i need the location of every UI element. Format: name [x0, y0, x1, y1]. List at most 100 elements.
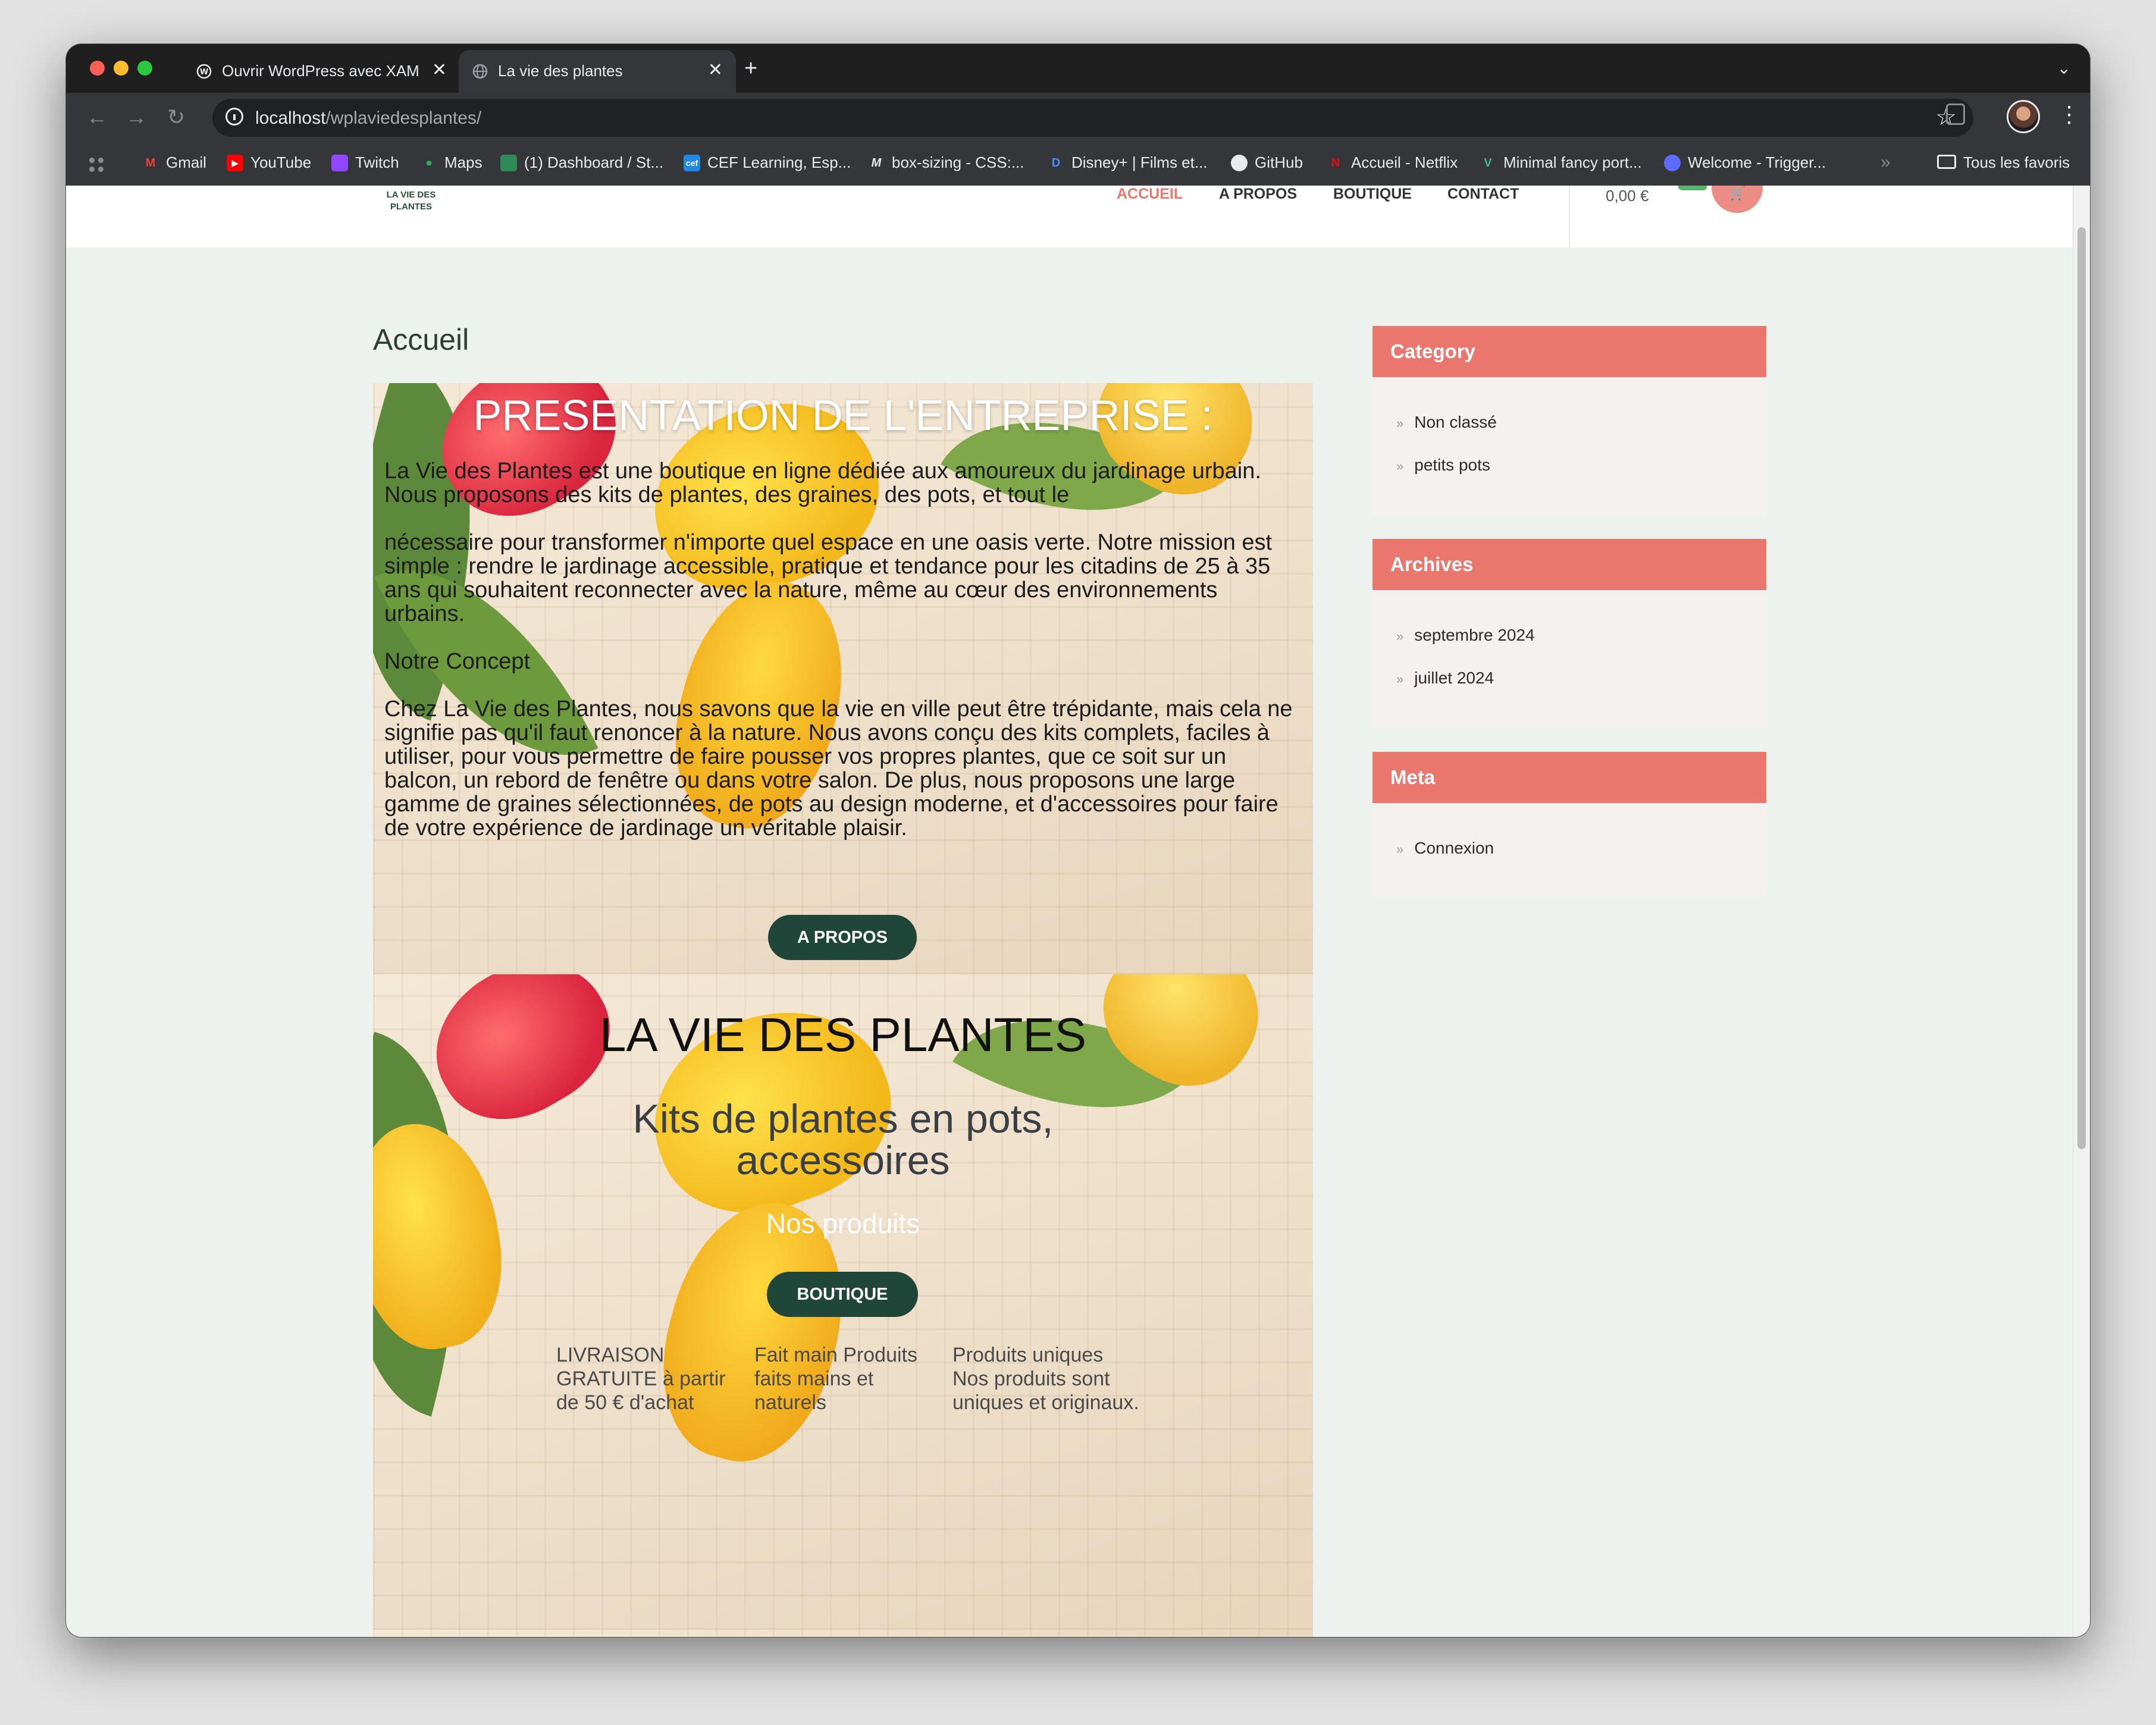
- youtube-icon: ▶: [227, 154, 243, 171]
- header-divider: [1569, 186, 1570, 247]
- bookmark-portfolio[interactable]: V Minimal fancy port...: [1480, 153, 1641, 172]
- close-tab-icon[interactable]: ✕: [432, 59, 447, 80]
- address-bar[interactable]: localhost/wplaviedesplantes/ ☆: [212, 99, 1973, 137]
- forward-icon[interactable]: →: [126, 105, 147, 130]
- bookmark-twitch[interactable]: Twitch: [331, 153, 399, 172]
- archive-link[interactable]: » juillet 2024: [1396, 669, 1494, 688]
- hero-title: LA VIE DES PLANTES: [599, 1008, 1087, 1061]
- chevron-right-icon: »: [1396, 629, 1404, 644]
- hero-subtitle: Kits de plantes en pots, accessoires: [632, 1096, 1054, 1183]
- chevron-right-icon: »: [1396, 672, 1404, 686]
- cart-icon: 🛒: [1729, 186, 1746, 200]
- boutique-button[interactable]: BOUTIQUE: [767, 1272, 918, 1317]
- all-bookmarks[interactable]: Tous les favoris: [1937, 153, 2070, 172]
- minimize-window-button[interactable]: [114, 61, 129, 76]
- globe-icon: [472, 64, 488, 79]
- mission-paragraph: nécessaire pour transformer n'importe qu…: [384, 530, 1273, 626]
- profile-avatar[interactable]: [2007, 100, 2040, 133]
- chevron-down-icon[interactable]: ⌄: [2057, 58, 2071, 78]
- feature-fait-main: Fait main Produits faits mains et nature…: [754, 1344, 917, 1414]
- netflix-icon: N: [1331, 156, 1340, 170]
- dashboard-icon: [500, 154, 517, 171]
- chevron-right-icon: »: [1396, 842, 1404, 857]
- bookmark-trigger[interactable]: Welcome - Trigger...: [1664, 153, 1826, 172]
- menu-kebab-icon[interactable]: ⋮: [2058, 101, 2080, 128]
- bookmark-disney[interactable]: D Disney+ | Films et...: [1048, 153, 1208, 172]
- hero-tagline: Nos produits: [766, 1208, 920, 1239]
- category-widget: Category » Non classé » petits pots: [1372, 326, 1766, 515]
- tab-title: La vie des plantes: [498, 62, 623, 80]
- tab-title: Ouvrir WordPress avec XAMPP: [222, 62, 418, 80]
- nav-contact[interactable]: CONTACT: [1447, 186, 1519, 203]
- archives-widget: Archives » septembre 2024 » juillet 2024: [1372, 539, 1766, 728]
- feature-produits-uniques: Produits uniques Nos produits sont uniqu…: [952, 1344, 1139, 1414]
- bookmark-mdn[interactable]: Mbox-sizing - CSS:...: [868, 153, 1024, 172]
- feature-livraison: LIVRAISON GRATUITE à partir de 50 € d'ac…: [556, 1344, 726, 1414]
- browser-toolbar: ← → ↻ localhost/wplaviedesplantes/ ☆ ⋮: [66, 93, 2090, 145]
- widget-title: Meta: [1372, 752, 1766, 803]
- bookmark-maps[interactable]: ● Maps: [421, 153, 482, 172]
- page-title: Accueil: [373, 323, 469, 356]
- bookmarks-bar: M Gmail ▶ YouTube Twitch ● Maps (1) Dashboa…: [66, 145, 2090, 186]
- scroll-thumb[interactable]: [2077, 227, 2086, 1149]
- site-logo[interactable]: LA VIE DES PLANTES: [375, 189, 447, 213]
- github-icon: [1231, 154, 1248, 171]
- close-window-button[interactable]: [90, 61, 105, 76]
- bookmark-gmail[interactable]: M Gmail: [142, 153, 206, 172]
- folder-icon: [1937, 155, 1956, 169]
- nav-accueil[interactable]: ACCUEIL: [1117, 186, 1183, 203]
- maximize-window-button[interactable]: [137, 61, 152, 76]
- gmail-icon: M: [145, 156, 156, 170]
- chevron-right-icon: »: [1396, 459, 1404, 473]
- archive-link[interactable]: » septembre 2024: [1396, 626, 1535, 645]
- bookmark-github[interactable]: GitHub: [1231, 153, 1303, 172]
- presentation-section: PRESENTATION DE L'ENTREPRISE : La Vie de…: [373, 383, 1313, 974]
- cart-badge: [1678, 186, 1707, 190]
- site-info-icon[interactable]: [225, 108, 243, 126]
- new-tab-icon[interactable]: +: [744, 56, 757, 81]
- page-viewport: LA VIE DES PLANTES ACCUEIL A PROPOS BOUT…: [66, 186, 2090, 1637]
- chevron-right-icon: »: [1396, 416, 1404, 431]
- cart-button[interactable]: 🛒: [1712, 186, 1763, 213]
- scrollbar[interactable]: [2073, 186, 2090, 1637]
- trigger-icon: [1664, 154, 1681, 171]
- products-section: [373, 1630, 1313, 1637]
- url-text[interactable]: localhost/wplaviedesplantes/: [255, 108, 481, 128]
- reload-icon[interactable]: ↻: [167, 105, 185, 130]
- hero-section: LA VIE DES PLANTES Kits de plantes en po…: [373, 974, 1313, 1630]
- close-tab-icon[interactable]: ✕: [708, 59, 723, 80]
- vue-icon: V: [1484, 156, 1492, 170]
- twitch-icon: [331, 154, 348, 171]
- maps-pin-icon: ●: [425, 156, 433, 170]
- widget-title: Archives: [1372, 539, 1766, 590]
- extensions-icon[interactable]: [1946, 104, 1965, 125]
- more-bookmarks-icon[interactable]: »: [1881, 152, 1891, 172]
- a-propos-button[interactable]: A PROPOS: [768, 915, 917, 960]
- bookmark-netflix[interactable]: N Accueil - Netflix: [1327, 153, 1458, 172]
- back-icon[interactable]: ←: [86, 105, 108, 130]
- tab-xampp[interactable]: W Ouvrir WordPress avec XAMPP ✕: [183, 50, 460, 93]
- disney-icon: D: [1051, 156, 1061, 170]
- category-link[interactable]: » petits pots: [1396, 456, 1490, 475]
- cef-icon: cef: [684, 154, 700, 171]
- bookmark-dashboard[interactable]: (1) Dashboard / St...: [500, 153, 663, 172]
- category-link[interactable]: » Non classé: [1396, 413, 1497, 432]
- nav-a-propos[interactable]: A PROPOS: [1219, 186, 1297, 203]
- svg-text:W: W: [200, 68, 208, 77]
- site-header: LA VIE DES PLANTES ACCUEIL A PROPOS BOUT…: [66, 186, 2073, 247]
- meta-widget: Meta » Connexion: [1372, 752, 1766, 896]
- mdn-icon: M: [871, 156, 882, 170]
- bookmark-youtube[interactable]: ▶ YouTube: [227, 153, 311, 172]
- concept-heading: Notre Concept: [384, 649, 531, 674]
- login-link[interactable]: » Connexion: [1396, 839, 1494, 858]
- bookmark-cef[interactable]: cef CEF Learning, Esp...: [684, 153, 851, 172]
- section-heading: PRESENTATION DE L'ENTREPRISE :: [473, 392, 1213, 440]
- tab-la-vie-des-plantes[interactable]: La vie des plantes ✕: [459, 50, 736, 93]
- apps-grid-icon[interactable]: [87, 156, 105, 174]
- concept-paragraph: Chez La Vie des Plantes, nous savons que…: [384, 697, 1293, 840]
- presentation-paragraph: La Vie des Plantes est une boutique en l…: [384, 459, 1261, 507]
- cart-total[interactable]: 0,00 €: [1606, 187, 1649, 205]
- widget-title: Category: [1372, 326, 1766, 377]
- nav-boutique[interactable]: BOUTIQUE: [1333, 186, 1412, 203]
- browser-window: W Ouvrir WordPress avec XAMPP ✕ La vie d…: [66, 44, 2090, 1637]
